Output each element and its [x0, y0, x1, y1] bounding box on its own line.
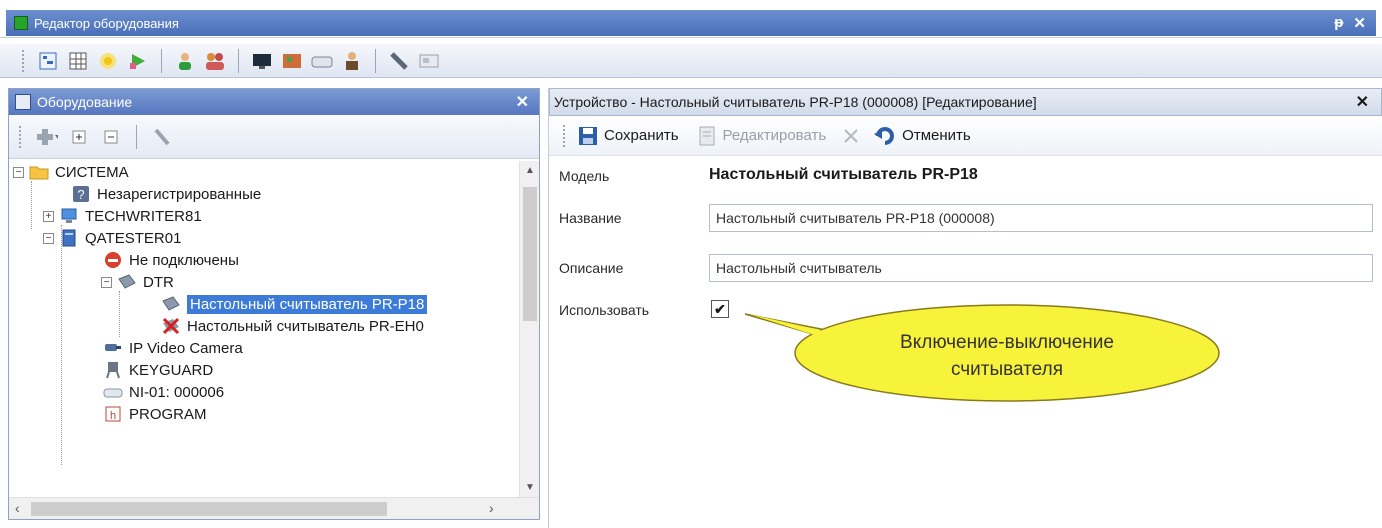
- callout-balloon: Включение-выключение считывателя: [744, 304, 1220, 402]
- toolbar-separator: [136, 124, 137, 149]
- tree-horizontal-scrollbar[interactable]: ‹ ›: [9, 497, 539, 519]
- close-icon[interactable]: ✕: [1353, 14, 1366, 32]
- collapse-toggle-icon[interactable]: −: [13, 166, 24, 178]
- reader-icon: [117, 273, 137, 291]
- tree-item-dtr[interactable]: − DTR: [101, 271, 174, 293]
- tree-item-label: IP Video Camera: [129, 339, 243, 357]
- tree-item-label: Не подключены: [129, 251, 239, 269]
- toolbar-separator: [375, 48, 376, 73]
- card-icon[interactable]: [418, 50, 440, 72]
- scroll-up-icon[interactable]: ▲: [520, 165, 540, 176]
- scroll-right-icon[interactable]: ›: [489, 500, 494, 516]
- tree-view-icon[interactable]: [37, 50, 59, 72]
- toolbar-grip[interactable]: [22, 49, 25, 72]
- equipment-panel-title: Оборудование: [37, 94, 133, 110]
- person-icon[interactable]: [341, 50, 363, 72]
- expand-toggle-icon[interactable]: +: [43, 210, 54, 222]
- map-icon[interactable]: [281, 50, 303, 72]
- svg-text:h: h: [110, 410, 116, 422]
- tree-item-not-connected[interactable]: Не подключены: [103, 249, 239, 271]
- tree-item-reader-pr-p18[interactable]: Настольный считыватель PR-P18: [161, 293, 428, 315]
- app-icon: [14, 16, 28, 30]
- reader-icon: [161, 295, 181, 313]
- pin-icon[interactable]: ᵽ: [1334, 14, 1343, 32]
- equipment-toolbar: [9, 115, 539, 159]
- collapse-toggle-icon[interactable]: −: [43, 232, 54, 244]
- equipment-panel-header: Оборудование ✕: [9, 89, 539, 115]
- tree-item-system[interactable]: − СИСТЕМА: [13, 161, 129, 183]
- tree-item-label: Настольный считыватель PR-P18: [187, 294, 428, 314]
- window-titlebar-inner: Редактор оборудования ᵽ ✕: [6, 10, 1376, 36]
- tree-item-label: PROGRAM: [129, 405, 207, 423]
- camera-icon: [103, 339, 123, 357]
- network-icon: [103, 383, 123, 401]
- scroll-down-icon[interactable]: ▼: [520, 482, 540, 493]
- tree-item-label: KEYGUARD: [129, 361, 214, 379]
- program-icon: h: [103, 405, 123, 423]
- tree-item-label: TECHWRITER81: [85, 207, 202, 225]
- tree-item-label: NI-01: 000006: [129, 383, 225, 401]
- tree-item-label: Незарегистрированные: [97, 185, 262, 203]
- keyguard-icon: [103, 361, 123, 379]
- tree-item-qatester01[interactable]: − QATESTER01: [43, 227, 181, 249]
- equipment-panel: Оборудование ✕ − СИСТЕМА ? Незарегистрир…: [8, 88, 540, 520]
- tree-item-label: Настольный считыватель PR-EH0: [187, 317, 424, 335]
- tree-item-unregistered[interactable]: ? Незарегистрированные: [71, 183, 261, 205]
- scroll-left-icon[interactable]: ‹: [15, 500, 20, 516]
- tree-item-keyguard[interactable]: KEYGUARD: [103, 359, 213, 381]
- stop-icon: [103, 251, 123, 269]
- collapse-toggle-icon[interactable]: −: [101, 276, 112, 288]
- device-editor-panel: Устройство - Настольный считыватель PR-P…: [548, 88, 1382, 528]
- grid-view-icon[interactable]: [67, 50, 89, 72]
- star-icon[interactable]: [97, 50, 119, 72]
- tree-item-label: DTR: [143, 273, 174, 291]
- window-titlebar: Редактор оборудования ᵽ ✕: [0, 0, 1382, 38]
- toolbar-grip[interactable]: [19, 125, 22, 148]
- main-toolbar: [0, 44, 1382, 78]
- monitor-icon[interactable]: [251, 50, 273, 72]
- reader-error-icon: [161, 317, 181, 335]
- tree-item-ip-video-camera[interactable]: IP Video Camera: [103, 337, 243, 359]
- tree-item-techwriter81[interactable]: + TECHWRITER81: [43, 205, 202, 227]
- scrollbar-thumb[interactable]: [523, 187, 537, 321]
- users-icon[interactable]: [204, 50, 226, 72]
- user-icon[interactable]: [174, 50, 196, 72]
- tree-item-label: QATESTER01: [85, 229, 182, 247]
- question-icon: ?: [71, 185, 91, 203]
- server-icon: [59, 229, 79, 247]
- tree-item-ni-01[interactable]: NI-01: 000006: [103, 381, 224, 403]
- tree-item-label: СИСТЕМА: [55, 163, 129, 181]
- toolbar-separator: [161, 48, 162, 73]
- device-icon[interactable]: [311, 50, 333, 72]
- toolbar-separator: [238, 48, 239, 73]
- folder-icon: [29, 163, 49, 181]
- window-title: Редактор оборудования: [34, 15, 179, 31]
- scrollbar-thumb[interactable]: [31, 502, 387, 516]
- add-icon[interactable]: [36, 126, 58, 148]
- equipment-panel-icon: [15, 94, 31, 110]
- expand-all-icon[interactable]: [68, 126, 90, 148]
- callout-text-line1: Включение-выключение: [900, 332, 1114, 353]
- close-icon[interactable]: ✕: [516, 92, 529, 112]
- computer-icon: [59, 207, 79, 225]
- callout-text-line2: считывателя: [951, 359, 1063, 380]
- play-icon[interactable]: [127, 50, 149, 72]
- equipment-tree: − СИСТЕМА ? Незарегистрированные + TECHW…: [9, 161, 519, 497]
- tree-vertical-scrollbar[interactable]: ▲ ▼: [519, 161, 539, 497]
- svg-text:?: ?: [77, 187, 84, 202]
- collapse-all-icon[interactable]: [100, 126, 122, 148]
- tree-item-reader-pr-eh0[interactable]: Настольный считыватель PR-EH0: [161, 315, 424, 337]
- tree-item-program[interactable]: h PROGRAM: [103, 403, 207, 425]
- wrench-icon[interactable]: [388, 50, 410, 72]
- wrench-icon[interactable]: [151, 126, 173, 148]
